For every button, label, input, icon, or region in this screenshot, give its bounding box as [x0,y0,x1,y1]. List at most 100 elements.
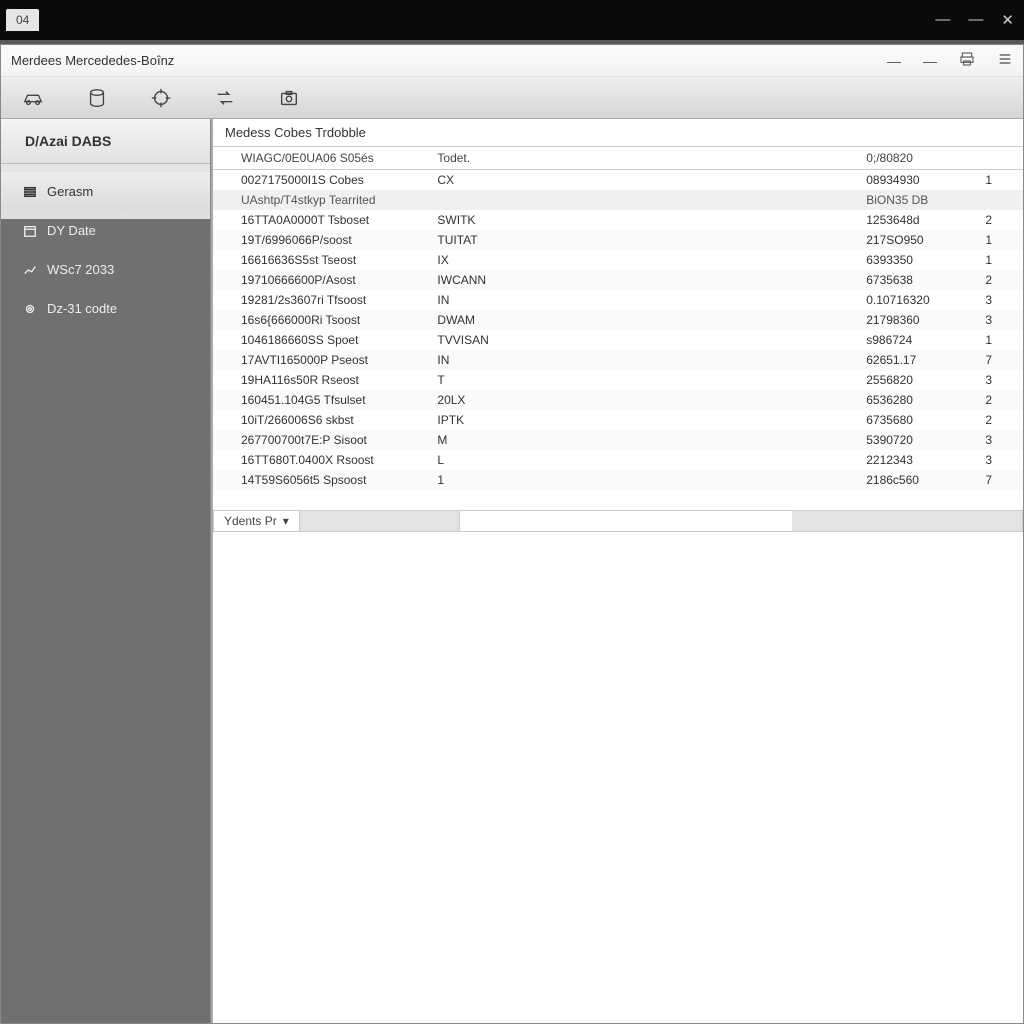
print-icon[interactable] [959,51,975,70]
sidebar-item-label: Gerasm [47,184,93,199]
table-cell: 3 [975,430,1023,450]
table-row[interactable]: 17AVTI165000P PseostIN62651.177 [213,350,1023,370]
table-cell: 5390720 [856,430,975,450]
table-cell: 2 [975,390,1023,410]
col-header-value[interactable]: 0;/80820 [856,147,975,170]
table-row[interactable]: 19710666600P/AsostIWCANN67356382 [213,270,1023,290]
table-cell: 16s6{666000Ri Tsoost [213,310,427,330]
table-cell: L [427,450,856,470]
menu-icon[interactable] [997,51,1013,70]
table-cell: IWCANN [427,270,856,290]
table-cell: 1253648d [856,210,975,230]
table-cell: IPTK [427,410,856,430]
table-cell: 160451.104G5 Tfsulset [213,390,427,410]
restore-icon[interactable]: — [923,53,937,69]
table-cell: DWAM [427,310,856,330]
table-row[interactable]: 19281/2s3607ri TfsoostIN0.107163203 [213,290,1023,310]
vehicle-icon[interactable] [21,86,45,110]
content-heading: Medess Cobes Trdobble [213,119,1023,147]
table-cell: 1046186660SS Spoet [213,330,427,350]
list-icon [23,185,37,199]
col-header-code[interactable]: WIAGC/0E0UA06 S05és [213,147,427,170]
swap-icon[interactable] [213,86,237,110]
table-cell: 6393350 [856,250,975,270]
footer-bar: Ydents Pr ▾ [213,510,1023,532]
col-header-count[interactable] [975,147,1023,170]
table-cell: IN [427,290,856,310]
table-row[interactable]: 16s6{666000Ri TsoostDWAM217983603 [213,310,1023,330]
outer-tab[interactable]: 04 [6,9,39,31]
table-cell: 21798360 [856,310,975,330]
table-cell: 217SO950 [856,230,975,250]
table-row[interactable]: 16616636S5st TseostIX63933501 [213,250,1023,270]
table-cell: 19HA116s50R Rseost [213,370,427,390]
sidebar-item-label: WSc7 2033 [47,262,114,277]
sidebar-item-wsc[interactable]: WSc7 2033 [1,250,210,289]
app-titlebar: Merdees Mercededes-Boînz — — [1,45,1023,77]
footer-block [300,511,460,531]
table-cell: 6735638 [856,270,975,290]
content-area: Medess Cobes Trdobble WIAGC/0E0UA06 S05é… [211,119,1023,1023]
outer-window-controls: ― — ✕ [935,11,1024,29]
table-cell [427,190,856,210]
table-cell: 2186c560 [856,470,975,490]
sidebar-item-label: Dz-31 codte [47,301,117,316]
restore-icon[interactable]: — [968,11,983,29]
table-row[interactable]: 19HA116s50R RseostT25568203 [213,370,1023,390]
table-cell: 62651.17 [856,350,975,370]
table-cell: 2556820 [856,370,975,390]
table-cell: IX [427,250,856,270]
minimize-icon[interactable]: ― [935,11,950,29]
table-cell: 14T59S6056t5 Spsoost [213,470,427,490]
chart-icon [23,263,37,277]
table-row[interactable]: UAshtp/T4stkyp Tearrited BiON35 DB [213,190,1023,210]
table-cell: 19T/6996066P/soost [213,230,427,250]
table-cell: SWITK [427,210,856,230]
table-cell: UAshtp/T4stkyp Tearrited [213,190,427,210]
table-cell: 19281/2s3607ri Tfsoost [213,290,427,310]
table-cell: 1 [975,330,1023,350]
table-cell: 2212343 [856,450,975,470]
sidebar-item-gerasm[interactable]: Gerasm [1,172,210,211]
codes-table-wrap: WIAGC/0E0UA06 S05és Todet. 0;/80820 0027… [213,147,1023,490]
sidebar-item-date[interactable]: DY Date [1,211,210,250]
table-row[interactable]: 19T/6996066P/soostTUITAT217SO9501 [213,230,1023,250]
table-row[interactable]: 1046186660SS SpoetTVVISANs9867241 [213,330,1023,350]
app-title: Merdees Mercededes-Boînz [11,53,174,68]
table-cell: s986724 [856,330,975,350]
target-icon[interactable] [149,86,173,110]
col-header-type[interactable]: Todet. [427,147,856,170]
table-cell: CX [427,170,856,191]
sidebar-item-code[interactable]: Dz-31 codte [1,289,210,328]
footer-select[interactable]: Ydents Pr ▾ [214,511,300,531]
table-cell: 6536280 [856,390,975,410]
table-cell: 2 [975,270,1023,290]
chevron-down-icon: ▾ [283,514,289,528]
table-row[interactable]: 16TTA0A0000T TsbosetSWITK1253648d2 [213,210,1023,230]
table-cell: 20LX [427,390,856,410]
table-cell: 08934930 [856,170,975,191]
table-cell: BiON35 DB [856,190,975,210]
table-cell: T [427,370,856,390]
table-cell: 10iT/266006S6 skbst [213,410,427,430]
minimize-icon[interactable]: — [887,53,901,69]
table-cell: 16616636S5st Tseost [213,250,427,270]
table-row[interactable]: 160451.104G5 Tfsulset20LX65362802 [213,390,1023,410]
table-row[interactable]: 16TT680T.0400X RsoostL22123433 [213,450,1023,470]
table-cell: 1 [975,230,1023,250]
table-row[interactable]: 0027175000I1S CobesCX089349301 [213,170,1023,191]
table-cell: 16TTA0A0000T Tsboset [213,210,427,230]
database-icon[interactable] [85,86,109,110]
table-row[interactable]: 14T59S6056t5 Spsoost12186c5607 [213,470,1023,490]
table-cell: 6735680 [856,410,975,430]
table-row[interactable]: 267700700t7E:P SisootM53907203 [213,430,1023,450]
table-cell: 17AVTI165000P Pseost [213,350,427,370]
table-cell: 7 [975,470,1023,490]
close-icon[interactable]: ✕ [1001,11,1014,29]
sidebar-header: D/Azai DABS [1,119,210,164]
table-header-row: WIAGC/0E0UA06 S05és Todet. 0;/80820 [213,147,1023,170]
toolbar [1,77,1023,119]
camera-icon[interactable] [277,86,301,110]
table-row[interactable]: 10iT/266006S6 skbstIPTK67356802 [213,410,1023,430]
table-cell: 1 [975,250,1023,270]
